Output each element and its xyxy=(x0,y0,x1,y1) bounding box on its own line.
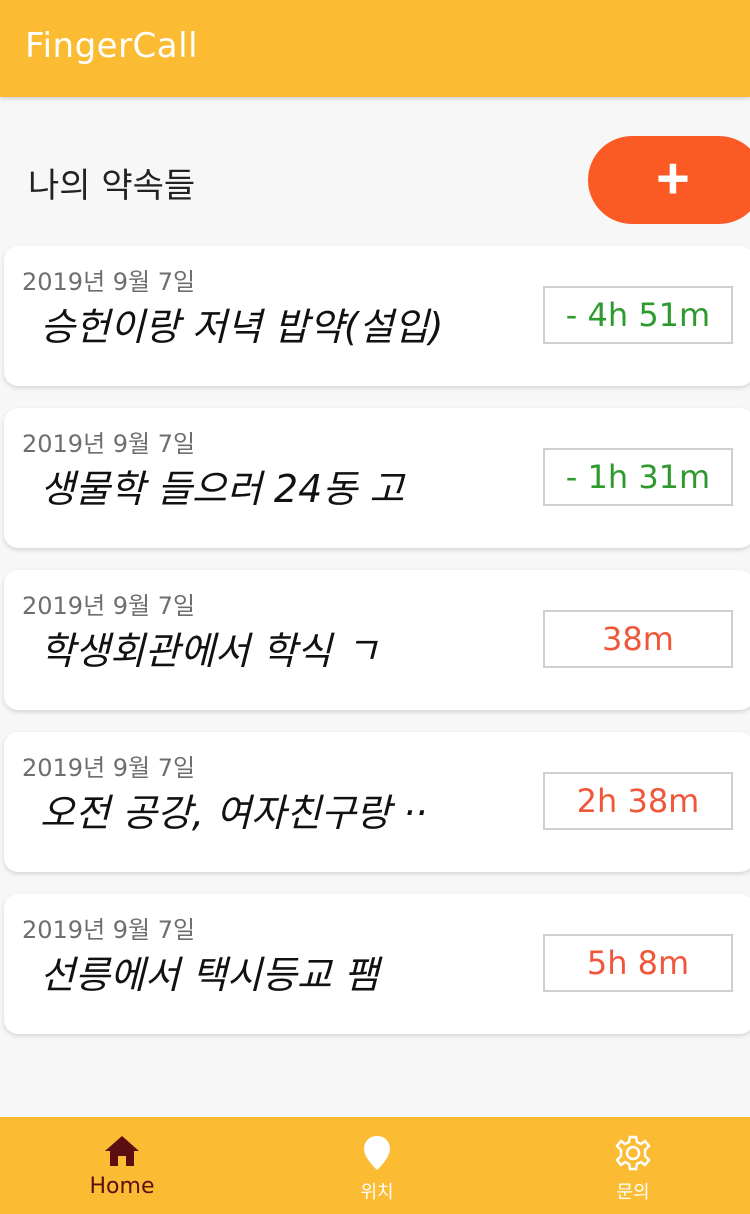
app-title: FingerCall xyxy=(25,26,199,66)
appointment-card[interactable]: 2019년 9월 7일 승헌이랑 저녁 밥약(설입) - 4h 51m xyxy=(4,246,750,386)
app-bar: FingerCall xyxy=(0,0,750,97)
nav-label-inquiry: 문의 xyxy=(616,1182,650,1203)
time-remaining-badge: - 1h 31m xyxy=(543,448,733,506)
appointment-title: 선릉에서 택시등교 팸 xyxy=(40,953,379,997)
appointment-date: 2019년 9월 7일 xyxy=(22,754,196,782)
time-remaining-badge: 38m xyxy=(543,610,733,668)
nav-item-home[interactable]: Home xyxy=(47,1117,197,1214)
nav-item-location[interactable]: 위치 xyxy=(302,1117,452,1214)
section-title: 나의 약속들 xyxy=(28,166,196,206)
appointment-title: 생물학 들으러 24동 고 xyxy=(40,467,405,511)
gear-icon xyxy=(615,1135,651,1171)
nav-label-location: 위치 xyxy=(360,1182,394,1203)
appointment-title: 승헌이랑 저녁 밥약(설입) xyxy=(40,305,444,349)
appointment-date: 2019년 9월 7일 xyxy=(22,430,196,458)
home-icon xyxy=(105,1136,139,1166)
appointment-title: 오전 공강, 여자친구랑 ·· xyxy=(40,791,428,835)
nav-label-home: Home xyxy=(89,1174,155,1199)
location-pin-icon xyxy=(364,1136,390,1170)
appointment-card[interactable]: 2019년 9월 7일 학생회관에서 학식 ㄱ 38m xyxy=(4,570,750,710)
time-remaining-badge: - 4h 51m xyxy=(543,286,733,344)
appointment-card[interactable]: 2019년 9월 7일 생물학 들으러 24동 고 - 1h 31m xyxy=(4,408,750,548)
appointment-date: 2019년 9월 7일 xyxy=(22,916,196,944)
appointment-card[interactable]: 2019년 9월 7일 선릉에서 택시등교 팸 5h 8m xyxy=(4,894,750,1034)
time-remaining-badge: 5h 8m xyxy=(543,934,733,992)
plus-icon: + xyxy=(656,146,690,211)
appointment-date: 2019년 9월 7일 xyxy=(22,268,196,296)
appointment-title: 학생회관에서 학식 ㄱ xyxy=(40,629,379,673)
add-appointment-button[interactable]: + xyxy=(588,136,750,224)
appointment-card[interactable]: 2019년 9월 7일 오전 공강, 여자친구랑 ·· 2h 38m xyxy=(4,732,750,872)
nav-item-inquiry[interactable]: 문의 xyxy=(558,1117,708,1214)
appointment-date: 2019년 9월 7일 xyxy=(22,592,196,620)
time-remaining-badge: 2h 38m xyxy=(543,772,733,830)
bottom-navigation: Home 위치 문의 xyxy=(0,1117,750,1214)
